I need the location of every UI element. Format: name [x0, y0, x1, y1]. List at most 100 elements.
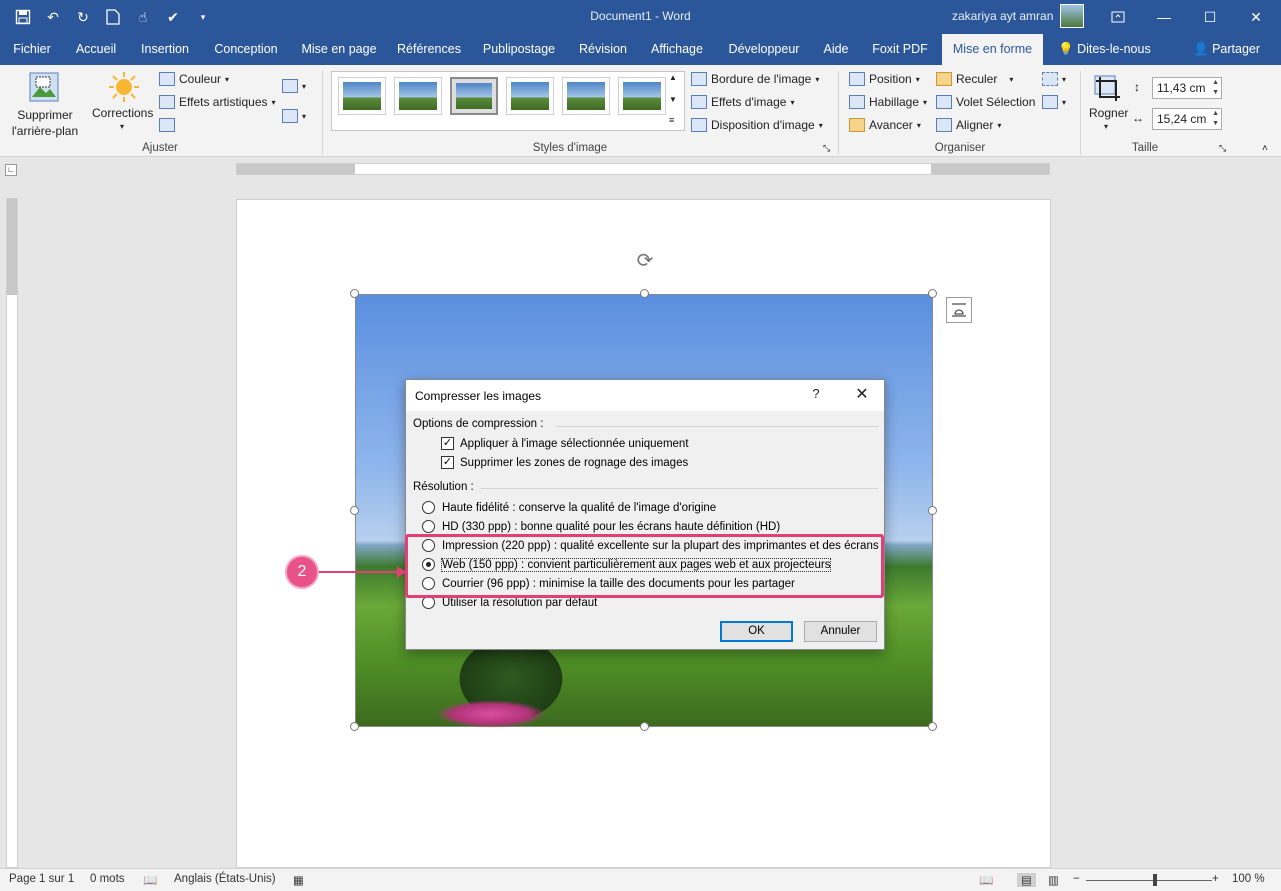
color-button[interactable]: Couleur ▾ [159, 72, 229, 86]
height-input[interactable]: 11,43 cm ▲ ▼ [1152, 77, 1222, 99]
tab-mise-en-forme[interactable]: Mise en forme [942, 34, 1043, 65]
web-layout-icon[interactable]: ▥ [1048, 873, 1059, 887]
horizontal-ruler[interactable] [236, 163, 1050, 175]
tab-mise-en-page[interactable]: Mise en page [296, 34, 382, 65]
maximize-icon[interactable]: ☐ [1187, 0, 1233, 34]
tab-aide[interactable]: Aide [815, 34, 857, 65]
align-button[interactable]: Aligner ▾ [936, 118, 1001, 132]
group-objects-button[interactable]: ▾ [1042, 72, 1066, 86]
bring-forward-button[interactable]: Avancer ▾ [849, 118, 921, 132]
tab-selector[interactable]: ∟ [5, 164, 17, 176]
ribbon-display-options-icon[interactable] [1095, 0, 1141, 34]
zoom-level[interactable]: 100 % [1232, 873, 1265, 885]
gallery-scroll-down-icon[interactable]: ▼ [669, 95, 677, 104]
zoom-slider[interactable] [1086, 880, 1212, 881]
dialog-launcher-icon[interactable]: ⤡ [823, 143, 830, 154]
vertical-ruler[interactable] [6, 198, 18, 868]
redo-icon[interactable]: ↻ [70, 6, 96, 28]
picture-style-thumbnail[interactable] [506, 77, 554, 115]
layout-options-icon[interactable] [946, 297, 972, 323]
minimize-icon[interactable]: — [1141, 0, 1187, 34]
position-button[interactable]: Position ▾ [849, 72, 920, 86]
close-button[interactable]: ✕ [850, 384, 874, 406]
tab-developpeur[interactable]: Développeur [721, 34, 807, 65]
spin-arrows-icon[interactable]: ▲ ▼ [1212, 109, 1219, 129]
zoom-out-icon[interactable]: − [1073, 873, 1080, 885]
wrap-text-button[interactable]: Habillage ▾ [849, 95, 927, 109]
picture-style-thumbnail[interactable] [450, 77, 498, 115]
tab-affichage[interactable]: Affichage [643, 34, 711, 65]
tab-revision[interactable]: Révision [572, 34, 634, 65]
artistic-effects-button[interactable]: Effets artistiques ▾ [159, 95, 276, 109]
read-mode-icon[interactable]: 📖 [979, 873, 993, 887]
macro-recording-icon[interactable]: ▦ [293, 873, 304, 887]
corrections-icon[interactable] [108, 71, 140, 103]
remove-background-button[interactable]: Supprimer l'arrière-plan [10, 107, 80, 139]
touch-mode-icon[interactable]: ☝ [130, 6, 156, 28]
tab-fichier[interactable]: Fichier [6, 34, 58, 65]
resize-handle[interactable] [928, 289, 937, 298]
dialog-launcher-icon[interactable]: ⤡ [1219, 143, 1226, 154]
spin-arrows-icon[interactable]: ▲ ▼ [1212, 78, 1219, 98]
chevron-down-icon[interactable]: ▾ [120, 122, 124, 131]
cancel-button[interactable]: Annuler [804, 621, 877, 642]
transparency-button[interactable] [159, 118, 175, 132]
resize-handle[interactable] [640, 289, 649, 298]
collapse-ribbon-icon[interactable]: ˄ [1262, 143, 1268, 154]
picture-style-thumbnail[interactable] [562, 77, 610, 115]
resize-handle[interactable] [350, 506, 359, 515]
crop-icon[interactable] [1092, 73, 1124, 105]
page-count[interactable]: Page 1 sur 1 [9, 873, 74, 885]
change-picture-button[interactable]: ▾ [282, 109, 306, 123]
picture-effects-button[interactable]: Effets d'image ▾ [691, 95, 794, 109]
picture-layout-button[interactable]: Disposition d'image ▾ [691, 118, 823, 132]
word-count[interactable]: 0 mots [90, 873, 125, 885]
vertical-scrollbar[interactable] [1263, 157, 1281, 868]
tab-accueil[interactable]: Accueil [68, 34, 124, 65]
picture-style-thumbnail[interactable] [394, 77, 442, 115]
rotate-objects-button[interactable]: ▾ [1042, 95, 1066, 109]
radio-hd-330[interactable]: HD (330 ppp) : bonne qualité pour les éc… [422, 520, 780, 533]
picture-style-thumbnail[interactable] [338, 77, 386, 115]
picture-border-button[interactable]: Bordure de l'image ▾ [691, 72, 819, 86]
width-input[interactable]: 15,24 cm ▲ ▼ [1152, 108, 1222, 130]
tab-conception[interactable]: Conception [207, 34, 285, 65]
undo-icon[interactable]: ↶ [40, 6, 66, 28]
remove-background-icon[interactable] [28, 71, 60, 103]
language-indicator[interactable]: Anglais (États-Unis) [174, 873, 276, 885]
selection-pane-button[interactable]: Volet Sélection [936, 95, 1035, 109]
crop-button[interactable]: Rogner [1089, 106, 1128, 120]
new-document-icon[interactable] [100, 6, 126, 28]
save-icon[interactable] [10, 6, 36, 28]
ok-button[interactable]: OK [720, 621, 793, 642]
avatar[interactable] [1060, 4, 1084, 28]
print-layout-icon[interactable]: ▤ [1017, 873, 1036, 887]
tab-foxit-pdf[interactable]: Foxit PDF [866, 34, 934, 65]
resize-handle[interactable] [350, 289, 359, 298]
rotate-handle-icon[interactable]: ⟳ [634, 250, 656, 272]
compress-pictures-button[interactable]: ▾ [282, 79, 306, 93]
radio-high-fidelity[interactable]: Haute fidélité : conserve la qualité de … [422, 501, 716, 514]
gallery-scroll-up-icon[interactable]: ▲ [669, 73, 677, 82]
tab-publipostage[interactable]: Publipostage [476, 34, 562, 65]
tab-references[interactable]: Références [392, 34, 466, 65]
help-button[interactable]: ? [806, 386, 826, 406]
resize-handle[interactable] [350, 722, 359, 731]
user-name[interactable]: zakariya ayt amran [952, 9, 1053, 23]
share-button[interactable]: 👤 Partager [1193, 34, 1260, 65]
resize-handle[interactable] [928, 506, 937, 515]
send-backward-button[interactable]: Reculer ▾ [936, 72, 1013, 86]
corrections-button[interactable]: Corrections [92, 106, 153, 120]
resize-handle[interactable] [640, 722, 649, 731]
chevron-down-icon[interactable]: ▾ [1104, 122, 1108, 131]
gallery-more-icon[interactable]: ≡ [669, 115, 674, 125]
zoom-in-icon[interactable]: + [1212, 873, 1219, 885]
customize-qat-icon[interactable]: ▾ [190, 6, 216, 28]
close-icon[interactable]: ✕ [1233, 0, 1279, 34]
tell-me-box[interactable]: 💡 Dites-le-nous [1058, 34, 1151, 65]
proofing-icon[interactable]: 📖 [143, 873, 157, 887]
picture-style-thumbnail[interactable] [618, 77, 666, 115]
resize-handle[interactable] [928, 722, 937, 731]
zoom-slider-thumb[interactable] [1153, 874, 1157, 886]
delete-cropped-areas-checkbox[interactable]: ✓ Supprimer les zones de rognage des ima… [441, 456, 688, 469]
